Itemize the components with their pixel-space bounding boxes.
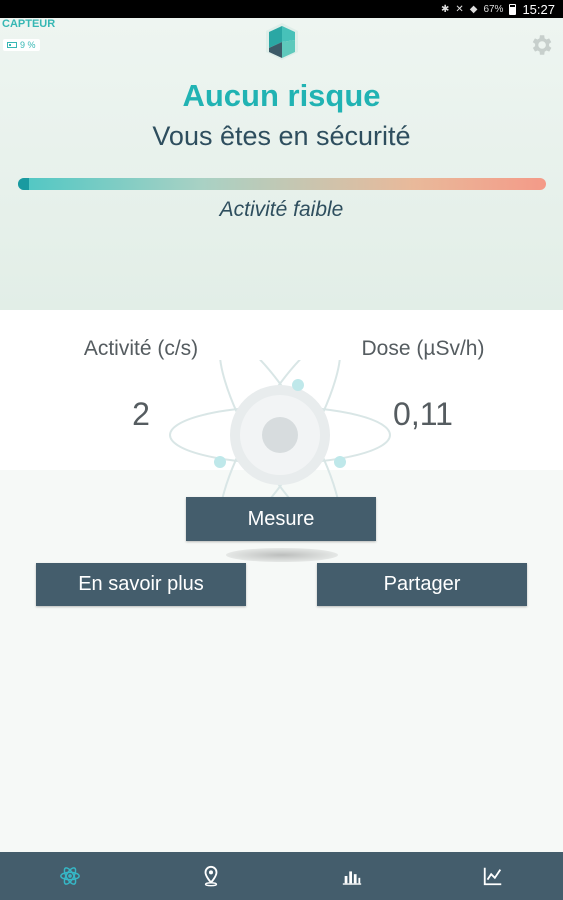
gear-icon[interactable] (528, 32, 554, 58)
mute-icon: ✕ (455, 3, 464, 15)
battery-percent: 67% (483, 3, 504, 15)
nav-item-measure[interactable] (0, 852, 141, 900)
nav-item-map[interactable] (141, 852, 282, 900)
sensor-battery-icon (7, 42, 17, 48)
dose-label: Dose (µSv/h) (361, 337, 485, 360)
atom-icon (60, 867, 81, 885)
activity-value: 2 (132, 396, 150, 432)
activity-gauge-marker (18, 178, 29, 190)
measure-button[interactable]: Mesure (186, 497, 376, 541)
map-pin-icon (204, 865, 218, 887)
dose-value: 0,11 (393, 396, 453, 432)
learn-more-button[interactable]: En savoir plus (36, 563, 246, 606)
sensor-label: CAPTEUR (2, 18, 56, 30)
activity-level-text: Activité faible (219, 198, 344, 221)
activity-label: Activité (c/s) (83, 337, 199, 360)
clock: 15:27 (522, 1, 555, 17)
battery-icon (509, 3, 517, 15)
wifi-icon: ◆ (469, 3, 478, 15)
share-button[interactable]: Partager (317, 563, 527, 606)
risk-subtitle: Vous êtes en sécurité (152, 121, 411, 151)
line-chart-icon (483, 867, 501, 886)
activity-gauge (18, 178, 546, 190)
bottom-nav (0, 852, 563, 900)
nav-item-stats[interactable] (282, 852, 423, 900)
sensor-battery-badge: 9 % (3, 39, 40, 51)
bluetooth-icon: ✱ (440, 3, 450, 15)
risk-title: Aucun risque (182, 78, 381, 113)
status-bar: ✱ ✕ ◆ 67% 15:27 (0, 0, 563, 18)
measure-button-shadow (226, 548, 338, 562)
bar-chart-icon (342, 871, 362, 885)
measurement-panel (0, 310, 563, 470)
app-logo-icon (266, 23, 298, 60)
status-header: CAPTEUR 9 % Aucun risque Vous êtes en sé… (0, 18, 563, 310)
nav-item-history[interactable] (422, 852, 563, 900)
sensor-battery-value: 9 % (20, 40, 36, 50)
